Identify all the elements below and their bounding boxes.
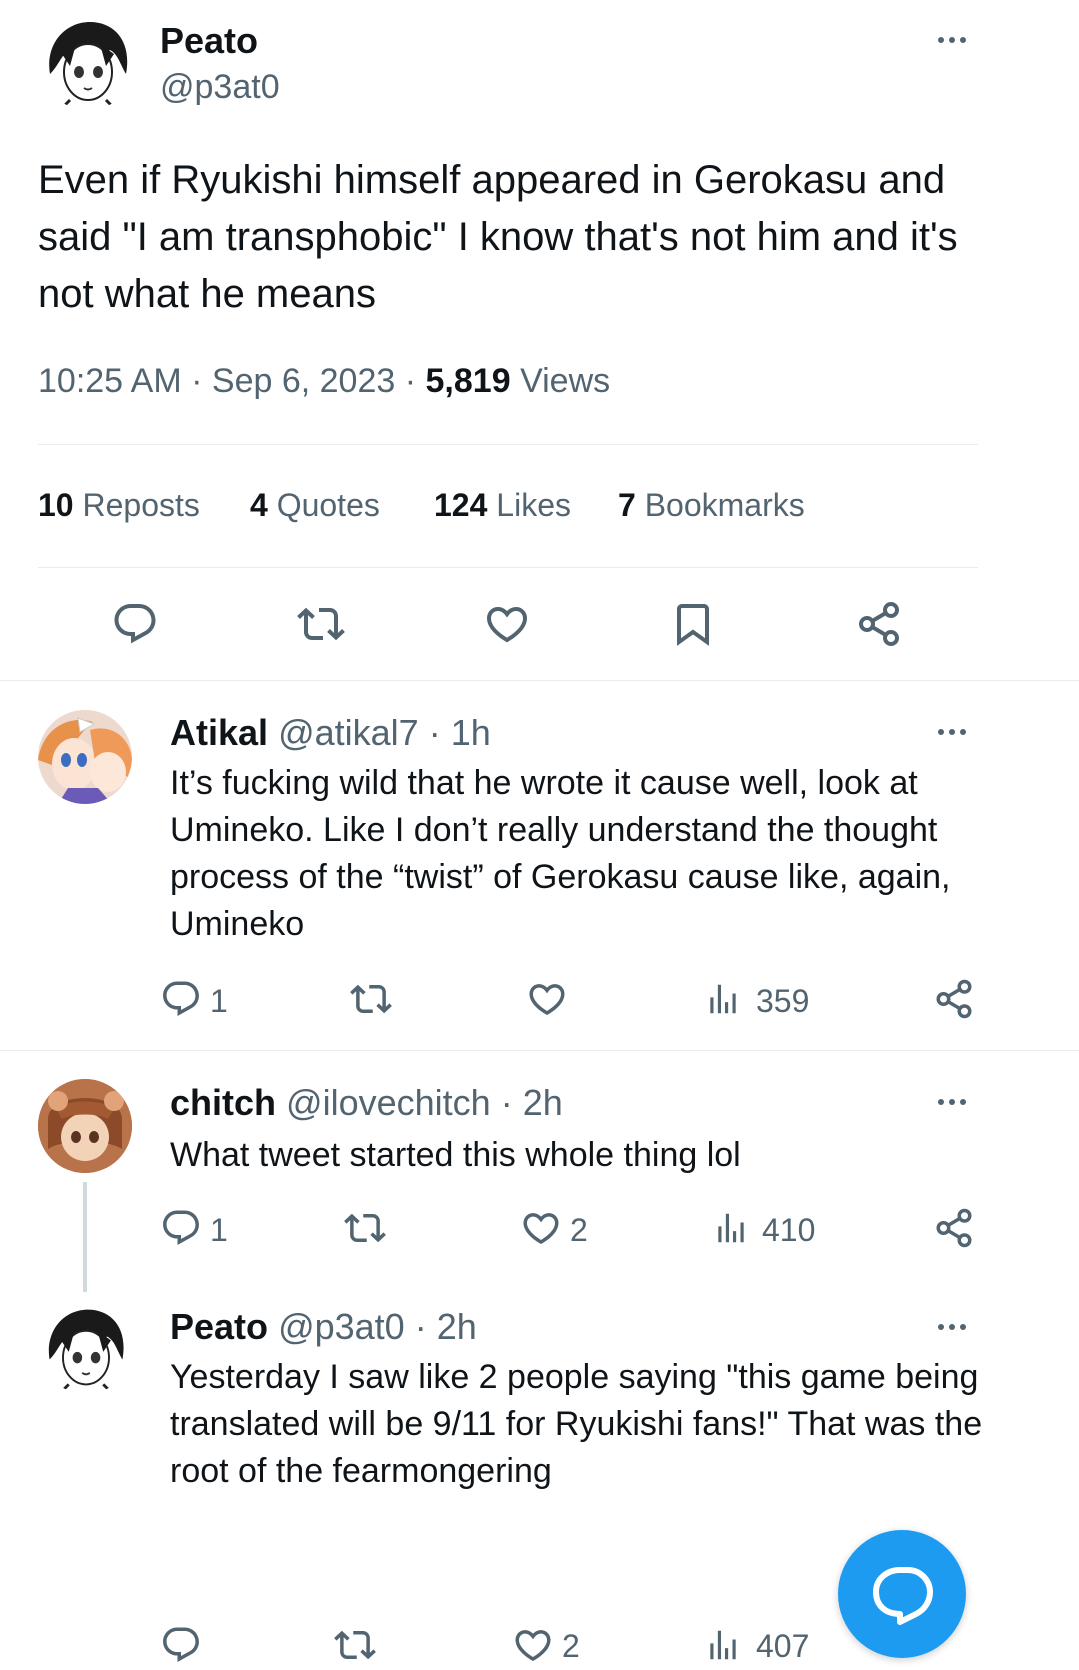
tweet-meta: 10:25 AM · Sep 6, 2023 · 5,819 Views — [38, 362, 610, 401]
views-count: 407 — [756, 1628, 810, 1664]
more-options-icon[interactable] — [938, 1099, 966, 1105]
views-icon[interactable] — [712, 1209, 750, 1247]
views-count: 5,819 — [425, 362, 511, 400]
reply-time[interactable]: 2h — [523, 1082, 563, 1123]
divider — [0, 1050, 1079, 1051]
tweet-date[interactable]: Sep 6, 2023 — [212, 362, 395, 400]
share-icon[interactable] — [855, 600, 903, 648]
stat-likes[interactable]: 124 Likes — [434, 487, 571, 524]
stat-label: Bookmarks — [644, 487, 805, 523]
views-label: Views — [520, 362, 611, 400]
reply-time[interactable]: 1h — [451, 712, 491, 753]
reply-text: It’s fucking wild that he wrote it cause… — [170, 764, 951, 943]
meta-separator: · — [404, 362, 417, 400]
more-options-icon[interactable] — [938, 729, 966, 735]
more-options-icon[interactable] — [938, 1324, 966, 1330]
like-icon[interactable] — [520, 1207, 562, 1249]
views-count: 359 — [756, 983, 810, 1019]
reply-count: 1 — [210, 1212, 228, 1248]
reply-text: What tweet started this whole thing lol — [170, 1136, 741, 1174]
stat-label: Likes — [496, 487, 571, 523]
like-count: 2 — [570, 1212, 588, 1248]
divider — [38, 444, 978, 445]
reply-author-name[interactable]: chitch — [170, 1082, 276, 1123]
share-icon[interactable] — [933, 1207, 975, 1249]
stat-count: 4 — [250, 487, 268, 523]
stat-count: 124 — [434, 487, 488, 523]
reply-author-handle[interactable]: @p3at0 — [278, 1306, 405, 1347]
bookmark-icon[interactable] — [669, 600, 717, 648]
reply-author-handle[interactable]: @atikal7 — [278, 712, 419, 753]
stat-reposts[interactable]: 10 Reposts — [38, 487, 200, 524]
stat-quotes[interactable]: 4 Quotes — [250, 487, 380, 524]
reply-author-name[interactable]: Atikal — [170, 712, 268, 753]
like-count: 2 — [562, 1628, 580, 1664]
reply-icon[interactable] — [160, 1624, 202, 1666]
reply-header: Peato @p3at0 · 2h — [170, 1306, 477, 1348]
divider — [38, 567, 978, 568]
thread-line — [83, 1182, 87, 1292]
repost-icon[interactable] — [350, 978, 392, 1020]
views-icon[interactable] — [704, 1626, 742, 1664]
reply-icon[interactable] — [111, 600, 159, 648]
reply-bubble-icon — [873, 1567, 933, 1625]
repost-icon[interactable] — [297, 600, 345, 648]
author-name[interactable]: Peato — [160, 20, 258, 62]
reply-text: Yesterday I saw like 2 people saying "th… — [170, 1358, 983, 1490]
share-icon[interactable] — [933, 978, 975, 1020]
reply-header: Atikal @atikal7 · 1h — [170, 712, 491, 754]
reply-avatar[interactable] — [38, 710, 132, 804]
like-icon[interactable] — [483, 600, 531, 648]
meta-separator: · — [191, 362, 203, 400]
tweet-text: Even if Ryukishi himself appeared in Ger… — [38, 158, 958, 316]
more-options-icon[interactable] — [938, 37, 966, 43]
compose-reply-button[interactable] — [838, 1530, 966, 1658]
like-icon[interactable] — [526, 978, 568, 1020]
reply-icon[interactable] — [160, 1207, 202, 1249]
meta-separator: · — [414, 1306, 427, 1347]
author-handle[interactable]: @p3at0 — [160, 68, 280, 107]
repost-icon[interactable] — [334, 1624, 376, 1666]
meta-separator: · — [428, 712, 441, 753]
divider — [0, 680, 1079, 681]
reply-count: 1 — [210, 983, 228, 1019]
reply-avatar[interactable] — [40, 1302, 132, 1394]
reply-header: chitch @ilovechitch · 2h — [170, 1082, 563, 1124]
stat-label: Reposts — [82, 487, 200, 523]
repost-icon[interactable] — [344, 1207, 386, 1249]
views-count: 410 — [762, 1212, 816, 1248]
reply-avatar[interactable] — [38, 1079, 132, 1173]
stat-label: Quotes — [276, 487, 380, 523]
author-avatar[interactable] — [40, 14, 136, 110]
stat-count: 10 — [38, 487, 74, 523]
views-icon[interactable] — [704, 980, 742, 1018]
stat-bookmarks[interactable]: 7 Bookmarks — [618, 487, 805, 524]
stat-count: 7 — [618, 487, 636, 523]
like-icon[interactable] — [512, 1624, 554, 1666]
reply-author-name[interactable]: Peato — [170, 1306, 268, 1347]
meta-separator: · — [500, 1082, 513, 1123]
reply-icon[interactable] — [160, 978, 202, 1020]
reply-author-handle[interactable]: @ilovechitch — [286, 1082, 491, 1123]
reply-time[interactable]: 2h — [437, 1306, 477, 1347]
tweet-time[interactable]: 10:25 AM — [38, 362, 182, 400]
